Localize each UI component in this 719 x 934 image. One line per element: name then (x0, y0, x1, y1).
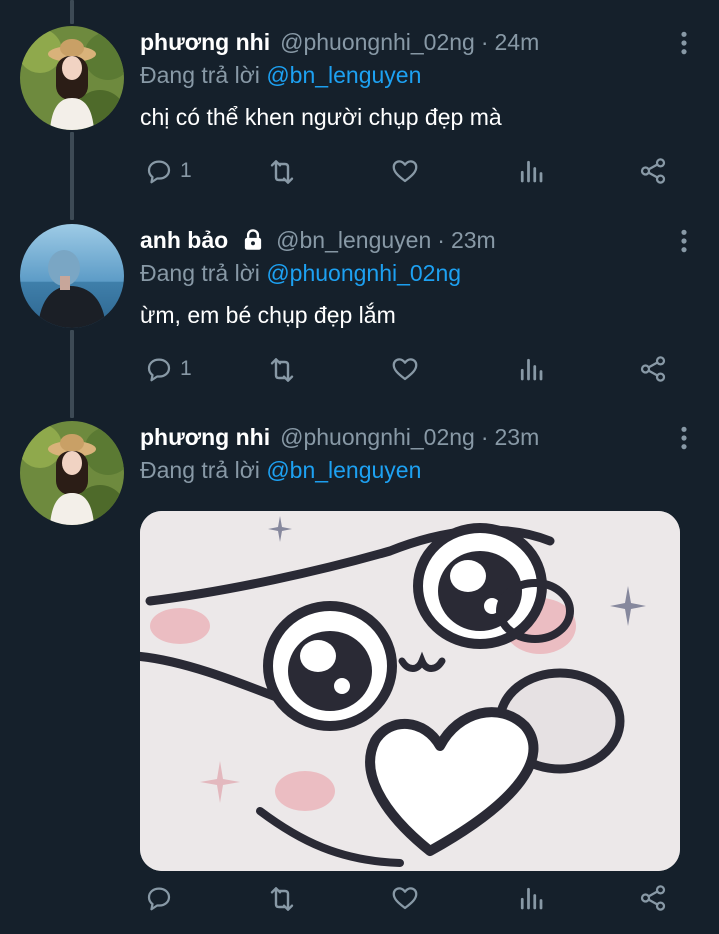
reply-icon (144, 156, 174, 186)
share-icon (638, 354, 668, 384)
heart-icon (390, 156, 420, 186)
action-bar: 1 (140, 354, 680, 394)
replying-prefix: Đang trả lời (140, 457, 267, 483)
like-button[interactable] (390, 354, 420, 384)
thread-line-top (70, 0, 74, 24)
mention-link[interactable]: @bn_lenguyen (266, 62, 421, 88)
separator: · (437, 226, 445, 253)
analytics-button[interactable] (516, 156, 546, 186)
mention-link[interactable]: @phuongnhi_02ng (266, 260, 461, 286)
reply-button[interactable]: 1 (144, 156, 192, 186)
timestamp[interactable]: 23m (495, 424, 540, 451)
more-vertical-icon[interactable] (671, 425, 697, 451)
replying-to: Đang trả lời @phuongnhi_02ng (140, 256, 699, 290)
replying-to: Đang trả lời @bn_lenguyen (140, 58, 699, 92)
reply-count: 1 (180, 159, 192, 182)
tweet-1[interactable]: phương nhi @phuongnhi_02ng · 24m Đang tr… (0, 26, 719, 206)
tweet-header: phương nhi @phuongnhi_02ng · 24m (140, 26, 699, 58)
mention-link[interactable]: @bn_lenguyen (266, 457, 421, 483)
analytics-icon (516, 883, 546, 913)
share-icon (638, 156, 668, 186)
like-button[interactable] (390, 156, 420, 186)
retweet-icon (266, 354, 298, 386)
avatar[interactable] (20, 421, 124, 525)
tweet-header: anh bảo @bn_lenguyen · 23m (140, 224, 699, 256)
retweet-icon (266, 883, 298, 915)
replying-to: Đang trả lời @bn_lenguyen (140, 453, 699, 487)
handle[interactable]: @phuongnhi_02ng (280, 424, 475, 451)
retweet-icon (266, 156, 298, 188)
like-button[interactable] (390, 883, 420, 913)
separator: · (480, 423, 489, 450)
analytics-button[interactable] (516, 354, 546, 384)
heart-icon (390, 354, 420, 384)
reply-count: 1 (180, 357, 192, 380)
retweet-button[interactable] (266, 354, 298, 386)
display-name[interactable]: anh bảo (140, 227, 228, 254)
lock-icon (245, 229, 262, 250)
separator: · (480, 28, 489, 55)
replying-prefix: Đang trả lời (140, 62, 267, 88)
tweet-2[interactable]: anh bảo @bn_lenguyen · 23m Đang trả lời … (0, 224, 719, 404)
reply-button[interactable]: 1 (144, 354, 192, 384)
display-name[interactable]: phương nhi (140, 424, 270, 451)
timestamp[interactable]: 24m (495, 29, 540, 56)
analytics-button[interactable] (516, 883, 546, 913)
share-button[interactable] (638, 883, 668, 913)
tweet-header: phương nhi @phuongnhi_02ng · 23m (140, 421, 699, 453)
avatar[interactable] (20, 26, 124, 130)
analytics-icon (516, 156, 546, 186)
retweet-button[interactable] (266, 883, 298, 915)
action-bar (140, 883, 680, 923)
share-button[interactable] (638, 156, 668, 186)
reply-icon (144, 354, 174, 384)
reply-button[interactable] (144, 883, 180, 913)
analytics-icon (516, 354, 546, 384)
timestamp[interactable]: 23m (451, 227, 496, 254)
tweet-media-image[interactable] (140, 511, 680, 871)
tweet-text: ừm, em bé chụp đẹp lắm (140, 302, 396, 328)
replying-prefix: Đang trả lời (140, 260, 267, 286)
more-vertical-icon[interactable] (671, 30, 697, 56)
handle[interactable]: @phuongnhi_02ng (280, 29, 475, 56)
tweet-text: chị có thể khen người chụp đẹp mà (140, 104, 502, 130)
display-name[interactable]: phương nhi (140, 29, 270, 56)
handle[interactable]: @bn_lenguyen (276, 227, 431, 254)
share-button[interactable] (638, 354, 668, 384)
more-vertical-icon[interactable] (671, 228, 697, 254)
share-icon (638, 883, 668, 913)
retweet-button[interactable] (266, 156, 298, 188)
heart-icon (390, 883, 420, 913)
tweet-3[interactable]: phương nhi @phuongnhi_02ng · 23m Đang tr… (0, 421, 719, 934)
action-bar: 1 (140, 156, 680, 196)
avatar[interactable] (20, 224, 124, 328)
reply-icon (144, 883, 174, 913)
